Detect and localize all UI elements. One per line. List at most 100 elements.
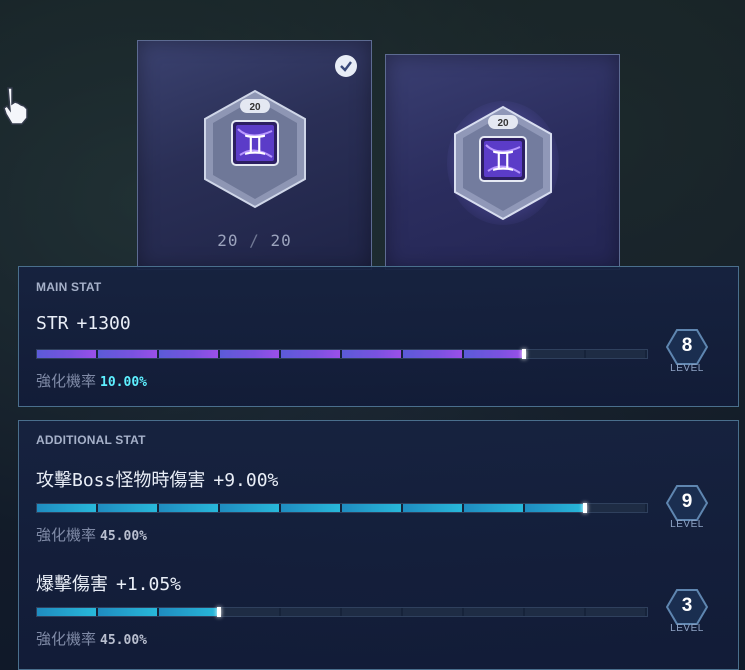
- main-stat-progress-bar: [36, 349, 648, 359]
- additional-stat-level-number: 9: [681, 491, 693, 512]
- progress-fill: [464, 350, 523, 358]
- main-stat-value: +1300: [76, 313, 131, 334]
- progress-segment: [159, 608, 220, 616]
- count-current: 20: [217, 231, 239, 250]
- progress-fill: [220, 350, 279, 358]
- progress-fill: [464, 504, 523, 512]
- main-stat-panel: MAIN STAT STR +1300 強化機率 10.00% 8 LEVEL: [18, 266, 739, 407]
- progress-segment: [281, 608, 342, 616]
- count-max: 20: [270, 231, 292, 250]
- progress-fill: [403, 350, 462, 358]
- gemini-card-preview[interactable]: 20 ♊: [385, 54, 620, 270]
- progress-segment: [37, 350, 98, 358]
- gemini-emblem-glow-icon: 20 ♊: [446, 101, 559, 225]
- progress-fill: [98, 350, 157, 358]
- progress-segment: [403, 350, 464, 358]
- progress-segment: [464, 350, 525, 358]
- progress-tip: [583, 503, 587, 513]
- main-stat-label: MAIN STAT: [36, 280, 102, 294]
- additional-stat-level-badge: 3 LEVEL: [660, 589, 714, 643]
- main-stat-line: STR +1300: [36, 313, 131, 334]
- progress-segment: [37, 608, 98, 616]
- main-stat-rate-label: 強化機率: [36, 372, 97, 390]
- pointer-hand-icon: [2, 84, 36, 128]
- progress-fill: [281, 504, 340, 512]
- progress-fill: [159, 608, 218, 616]
- progress-fill: [342, 350, 401, 358]
- main-stat-level-badge: 8 LEVEL: [660, 329, 714, 383]
- progress-fill: [403, 504, 462, 512]
- progress-fill: [281, 350, 340, 358]
- progress-segment: [220, 350, 281, 358]
- additional-stat-level-number: 3: [681, 595, 693, 616]
- progress-segment: [37, 504, 98, 512]
- additional-stat-rate-value: 45.00%: [100, 529, 147, 544]
- additional-stat-label: ADDITIONAL STAT: [36, 433, 146, 447]
- progress-segment: [98, 608, 159, 616]
- progress-segment: [342, 608, 403, 616]
- additional-stat-line: 爆擊傷害 +1.05%: [36, 570, 181, 596]
- progress-segment: [98, 350, 159, 358]
- progress-tip: [522, 349, 526, 359]
- additional-stat-panel: ADDITIONAL STAT 攻擊Boss怪物時傷害 +9.00% 強化機率 45…: [18, 420, 739, 670]
- additional-stat-value: +1.05%: [116, 574, 182, 595]
- main-stat-rate-value: 10.00%: [100, 375, 147, 390]
- gemini-card-selected[interactable]: 20 ♊ 20 / 20: [137, 40, 372, 270]
- progress-segment: [220, 608, 281, 616]
- main-stat-level-number: 8: [681, 335, 693, 356]
- additional-stat-rate-label: 強化機率: [36, 630, 97, 648]
- additional-stat-name: 爆擊傷害: [36, 574, 108, 595]
- progress-fill: [98, 608, 157, 616]
- progress-fill: [37, 608, 96, 616]
- progress-segment: [403, 504, 464, 512]
- progress-segment: [464, 504, 525, 512]
- progress-fill: [37, 350, 96, 358]
- additional-stat-rate-label: 強化機率: [36, 526, 97, 544]
- svg-text:20: 20: [249, 102, 261, 113]
- checkmark-icon: [335, 55, 357, 77]
- progress-fill: [159, 350, 218, 358]
- additional-stat-level-badge: 9 LEVEL: [660, 485, 714, 539]
- progress-segment: [281, 504, 342, 512]
- progress-fill: [525, 504, 584, 512]
- additional-stat-line: 攻擊Boss怪物時傷害 +9.00%: [36, 466, 278, 492]
- progress-segment: [586, 350, 647, 358]
- progress-segment: [586, 504, 647, 512]
- main-stat-rate: 強化機率 10.00%: [36, 370, 147, 391]
- progress-fill: [98, 504, 157, 512]
- progress-fill: [159, 504, 218, 512]
- svg-text:20: 20: [497, 118, 509, 129]
- additional-stat-rate: 強化機率 45.00%: [36, 628, 147, 649]
- progress-fill: [342, 504, 401, 512]
- progress-segment: [342, 504, 403, 512]
- progress-segment: [220, 504, 281, 512]
- additional-stat-progress-bar: [36, 503, 648, 513]
- progress-segment: [525, 504, 586, 512]
- progress-segment: [281, 350, 342, 358]
- main-stat-level-text: LEVEL: [670, 363, 704, 374]
- additional-stat-value: +9.00%: [213, 470, 279, 491]
- main-stat-name: STR: [36, 313, 69, 334]
- additional-stat-level-text: LEVEL: [670, 519, 704, 530]
- progress-segment: [403, 608, 464, 616]
- progress-segment: [159, 350, 220, 358]
- progress-segment: [525, 608, 586, 616]
- additional-stat-rate-value: 45.00%: [100, 633, 147, 648]
- progress-segment: [586, 608, 647, 616]
- gemini-emblem-icon: 20 ♊: [202, 89, 308, 209]
- progress-segment: [464, 608, 525, 616]
- progress-segment: [159, 504, 220, 512]
- additional-stat-rate: 強化機率 45.00%: [36, 524, 147, 545]
- progress-tip: [217, 607, 221, 617]
- progress-fill: [220, 504, 279, 512]
- progress-segment: [342, 350, 403, 358]
- additional-stat-name: 攻擊Boss怪物時傷害: [36, 470, 206, 491]
- additional-stat-progress-bar: [36, 607, 648, 617]
- gemini-count: 20 / 20: [138, 231, 371, 250]
- progress-segment: [525, 350, 586, 358]
- count-separator: /: [249, 231, 260, 250]
- svg-text:♊: ♊: [242, 129, 267, 162]
- svg-text:♊: ♊: [490, 145, 515, 178]
- progress-segment: [98, 504, 159, 512]
- additional-stat-level-text: LEVEL: [670, 623, 704, 634]
